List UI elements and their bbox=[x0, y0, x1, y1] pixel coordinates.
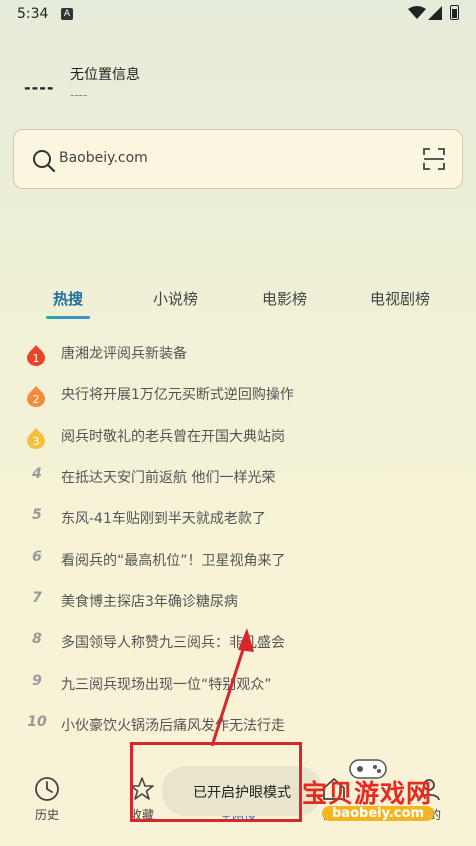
hot-title: 美食博主探店3年确诊糖尿病 bbox=[61, 594, 238, 610]
rank-number: 4 bbox=[32, 466, 42, 482]
location-placeholder: ---- bbox=[24, 78, 55, 97]
rank-number: 5 bbox=[32, 507, 42, 523]
battery-icon bbox=[450, 5, 459, 20]
signal-icon bbox=[428, 6, 442, 20]
list-item[interactable]: 1 唐湘龙评阅兵新装备 bbox=[0, 336, 476, 374]
tab-movie-ranking[interactable]: 电影榜 bbox=[262, 288, 307, 309]
scan-icon[interactable] bbox=[423, 148, 445, 170]
wifi-icon bbox=[408, 6, 426, 19]
watermark-url: baobeiy.com bbox=[322, 806, 434, 821]
tab-novel-ranking[interactable]: 小说榜 bbox=[153, 288, 198, 309]
hot-title: 在抵达天安门前返航 他们一样光荣 bbox=[61, 470, 276, 486]
watermark-logo: 宝贝游戏网 baobeiy.com bbox=[302, 759, 472, 830]
rank-number: 6 bbox=[32, 549, 42, 565]
notification-icon: A bbox=[61, 8, 73, 20]
nav-history[interactable]: 历史 bbox=[7, 776, 87, 823]
active-tab-indicator bbox=[46, 316, 90, 319]
hot-title: 唐湘龙评阅兵新装备 bbox=[61, 346, 187, 362]
clock-icon bbox=[35, 777, 59, 801]
list-item[interactable]: 5 东风-41车贴刚到半天就成老款了 bbox=[0, 501, 476, 539]
status-time: 5:34 bbox=[17, 6, 49, 22]
location-subtitle: ---- bbox=[70, 88, 88, 102]
tab-tv-ranking[interactable]: 电视剧榜 bbox=[370, 288, 430, 309]
list-item[interactable]: 2 央行将开展1万亿元买断式逆回购操作 bbox=[0, 377, 476, 415]
rank-number: 1 bbox=[33, 352, 40, 365]
rank-number: 3 bbox=[33, 435, 40, 448]
hot-title: 看阅兵的“最高机位”！卫星视角来了 bbox=[61, 553, 286, 569]
hot-title: 阅兵时敬礼的老兵曾在开国大典站岗 bbox=[61, 429, 285, 445]
search-input[interactable]: Baobeiy.com bbox=[59, 150, 148, 166]
status-bar: 5:34 A bbox=[0, 0, 476, 30]
location-title: 无位置信息 bbox=[70, 67, 140, 83]
rank-number: 9 bbox=[32, 673, 42, 689]
rank-number: 10 bbox=[27, 714, 47, 730]
search-box[interactable]: Baobeiy.com bbox=[13, 129, 463, 189]
list-item[interactable]: 8 多国领导人称赞九三阅兵：非凡盛会 bbox=[0, 625, 476, 663]
search-icon bbox=[33, 150, 56, 173]
hot-title: 小伙豪饮火锅汤后痛风发作无法行走 bbox=[61, 718, 285, 734]
hot-title: 央行将开展1万亿元买断式逆回购操作 bbox=[61, 387, 294, 403]
rank-medal-icon: 3 bbox=[27, 428, 45, 449]
rank-medal-icon: 2 bbox=[27, 386, 45, 407]
nav-label: 历史 bbox=[34, 808, 59, 822]
ranking-tabs: 热搜 小说榜 电影榜 电视剧榜 bbox=[0, 288, 476, 319]
list-item[interactable]: 6 看阅兵的“最高机位”！卫星视角来了 bbox=[0, 543, 476, 581]
hot-title: 东风-41车贴刚到半天就成老款了 bbox=[61, 511, 266, 527]
list-item[interactable]: 4 在抵达天安门前返航 他们一样光荣 bbox=[0, 460, 476, 498]
list-item[interactable]: 3 阅兵时敬礼的老兵曾在开国大典站岗 bbox=[0, 419, 476, 457]
rank-number: 2 bbox=[33, 393, 40, 406]
tab-hot-search[interactable]: 热搜 bbox=[53, 288, 83, 309]
rank-number: 7 bbox=[32, 590, 42, 606]
list-item[interactable]: 7 美食博主探店3年确诊糖尿病 bbox=[0, 584, 476, 622]
rank-medal-icon: 1 bbox=[27, 345, 45, 366]
hot-title: 多国领导人称赞九三阅兵：非凡盛会 bbox=[61, 635, 285, 651]
list-item[interactable]: 10 小伙豪饮火锅汤后痛风发作无法行走 bbox=[0, 708, 476, 746]
hot-title: 九三阅兵现场出现一位“特别观众” bbox=[61, 677, 272, 693]
list-item[interactable]: 9 九三阅兵现场出现一位“特别观众” bbox=[0, 667, 476, 705]
rank-number: 8 bbox=[32, 631, 42, 647]
watermark-text: 宝贝游戏网 bbox=[302, 779, 433, 808]
annotation-highlight-box bbox=[130, 742, 302, 822]
